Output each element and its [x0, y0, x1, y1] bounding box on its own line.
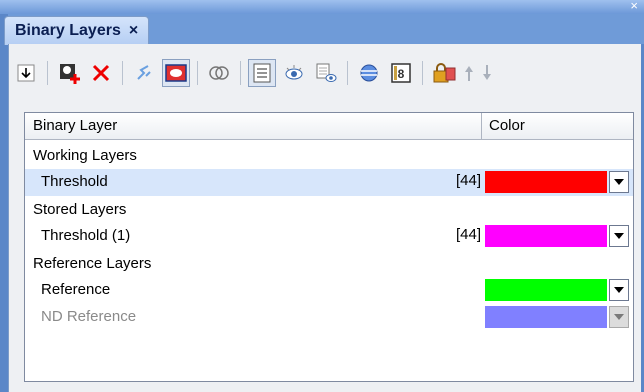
- b8-icon[interactable]: 8: [387, 59, 415, 87]
- lock-icon[interactable]: [430, 59, 458, 87]
- list-view-icon[interactable]: [248, 59, 276, 87]
- binary-layers-table: Binary Layer Color Working Layers Thresh…: [24, 112, 634, 382]
- layer-count: [44]: [455, 172, 481, 189]
- intersect-icon[interactable]: [205, 59, 233, 87]
- group-working-layers: Working Layers: [33, 147, 137, 164]
- layer-visibility-icon[interactable]: [312, 59, 340, 87]
- toolbar-separator: [422, 61, 423, 85]
- chevron-down-icon: [614, 314, 624, 320]
- add-layer-icon[interactable]: [55, 59, 83, 87]
- chevron-down-icon: [614, 179, 624, 185]
- column-header-color[interactable]: Color: [489, 117, 525, 134]
- toolbar-separator: [197, 61, 198, 85]
- window-close-icon[interactable]: ×: [630, 0, 638, 13]
- layer-count: [44]: [455, 226, 481, 243]
- tab-title: Binary Layers: [15, 22, 121, 39]
- import-arrow-icon[interactable]: [12, 59, 40, 87]
- move-up-icon[interactable]: [462, 59, 476, 87]
- toolbar-separator: [47, 61, 48, 85]
- column-divider[interactable]: [481, 113, 482, 139]
- window-title-bar: ×: [0, 0, 644, 14]
- table-row-threshold-1[interactable]: Threshold (1) [44]: [25, 223, 633, 250]
- move-down-icon[interactable]: [480, 59, 494, 87]
- table-header: Binary Layer Color: [25, 113, 633, 140]
- color-dropdown-button[interactable]: [609, 225, 629, 247]
- group-stored-layers: Stored Layers: [33, 201, 127, 218]
- color-swatch[interactable]: [485, 171, 607, 193]
- group-reference-layers: Reference Layers: [33, 255, 152, 272]
- fill-region-icon[interactable]: [162, 59, 190, 87]
- chevron-down-icon: [614, 287, 624, 293]
- tab-binary-layers[interactable]: Binary Layers ×: [4, 16, 150, 45]
- column-header-binary-layer[interactable]: Binary Layer: [33, 117, 117, 134]
- color-dropdown-button: [609, 306, 629, 328]
- color-dropdown-button[interactable]: [609, 279, 629, 301]
- visibility-icon[interactable]: [280, 59, 308, 87]
- sphere-icon[interactable]: [355, 59, 383, 87]
- layer-name: Threshold (1): [41, 227, 131, 244]
- color-swatch[interactable]: [485, 279, 607, 301]
- chevron-down-icon: [614, 233, 624, 239]
- toolbar-separator: [122, 61, 123, 85]
- table-row-threshold[interactable]: Threshold [44]: [25, 169, 633, 196]
- layer-name: ND Reference: [41, 308, 137, 325]
- svg-text:8: 8: [398, 67, 405, 81]
- table-row-reference[interactable]: Reference: [25, 277, 633, 304]
- tab-close-icon[interactable]: ×: [129, 22, 138, 39]
- toolbar: 8: [12, 55, 498, 91]
- delete-layer-icon[interactable]: [87, 59, 115, 87]
- layer-name: Threshold: [41, 173, 108, 190]
- toolbar-separator: [240, 61, 241, 85]
- color-swatch: [485, 306, 607, 328]
- table-row-nd-reference: ND Reference: [25, 304, 633, 331]
- layer-name: Reference: [41, 281, 111, 298]
- toolbar-separator: [347, 61, 348, 85]
- color-dropdown-button[interactable]: [609, 171, 629, 193]
- color-swatch[interactable]: [485, 225, 607, 247]
- wand-icon[interactable]: [130, 59, 158, 87]
